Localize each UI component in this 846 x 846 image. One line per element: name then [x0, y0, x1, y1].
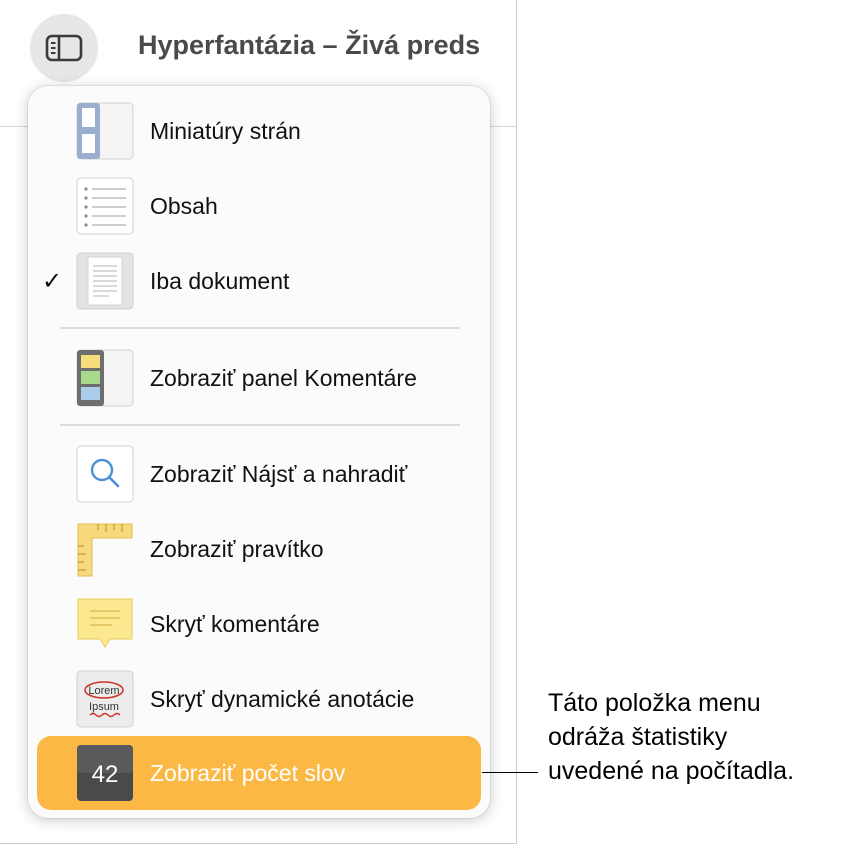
- menu-item-table-of-contents[interactable]: Obsah: [28, 169, 490, 243]
- app-window: Hyperfantázia – Živá preds Miniatúry str…: [0, 0, 517, 844]
- menu-item-label: Zobraziť panel Komentáre: [150, 364, 417, 391]
- menu-item-find-replace[interactable]: Zobraziť Nájsť a nahradiť: [28, 437, 490, 511]
- menu-item-hide-comments[interactable]: Skryť komentáre: [28, 587, 490, 661]
- ruler-icon: [77, 523, 133, 577]
- menu-item-label: Zobraziť Nájsť a nahradiť: [150, 460, 408, 487]
- callout-line-2: odráža štatistiky: [548, 723, 728, 751]
- comment-note-icon: [77, 598, 133, 648]
- menu-item-smart-annotations[interactable]: Lorem Ipsum Skryť dynamické anotácie: [28, 662, 490, 736]
- document-title: Hyperfantázia – Živá preds: [138, 30, 481, 60]
- menu-item-document-only[interactable]: ✓ Iba dokument: [28, 244, 490, 318]
- menu-item-label: Iba dokument: [150, 267, 290, 294]
- annotation-sample-word-1: Lorem: [88, 685, 119, 697]
- menu-item-label: Skryť dynamické anotácie: [150, 685, 415, 712]
- menu-item-label: Skryť komentáre: [150, 610, 320, 637]
- callout-text: Táto položka menu odráža štatistiky uved…: [548, 686, 794, 788]
- menu-item-label: Zobraziť pravítko: [150, 535, 324, 562]
- smart-annotation-icon: Lorem Ipsum: [76, 670, 134, 728]
- annotation-sample-word-2: Ipsum: [89, 701, 119, 713]
- comments-panel-icon: [76, 349, 134, 407]
- menu-item-ruler[interactable]: Zobraziť pravítko: [28, 512, 490, 586]
- menu-item-word-count[interactable]: 42 Zobraziť počet slov: [28, 736, 490, 810]
- page-thumbnails-icon: [76, 102, 134, 160]
- view-menu: Miniatúry strán Obsah ✓ Iba dokument Zob…: [28, 86, 490, 818]
- word-count-value: 42: [92, 761, 119, 788]
- callout-line: [482, 772, 538, 773]
- find-replace-icon: [76, 445, 134, 503]
- menu-item-page-thumbnails[interactable]: Miniatúry strán: [28, 94, 490, 168]
- view-menu-button[interactable]: [30, 14, 98, 82]
- sidebar-icon: [45, 34, 83, 62]
- document-only-icon: [76, 252, 134, 310]
- callout-line-1: Táto položka menu: [548, 689, 761, 717]
- menu-separator: [60, 327, 460, 329]
- checkmark-icon: ✓: [41, 267, 63, 295]
- menu-item-label: Miniatúry strán: [150, 117, 301, 144]
- menu-item-label: Zobraziť počet slov: [150, 759, 346, 786]
- menu-item-comments-panel[interactable]: Zobraziť panel Komentáre: [28, 341, 490, 415]
- word-count-icon: 42: [77, 745, 133, 801]
- menu-separator: [60, 424, 460, 426]
- menu-item-label: Obsah: [150, 192, 218, 219]
- table-of-contents-icon: [76, 177, 134, 235]
- callout-line-3: uvedené na počítadla.: [548, 757, 795, 785]
